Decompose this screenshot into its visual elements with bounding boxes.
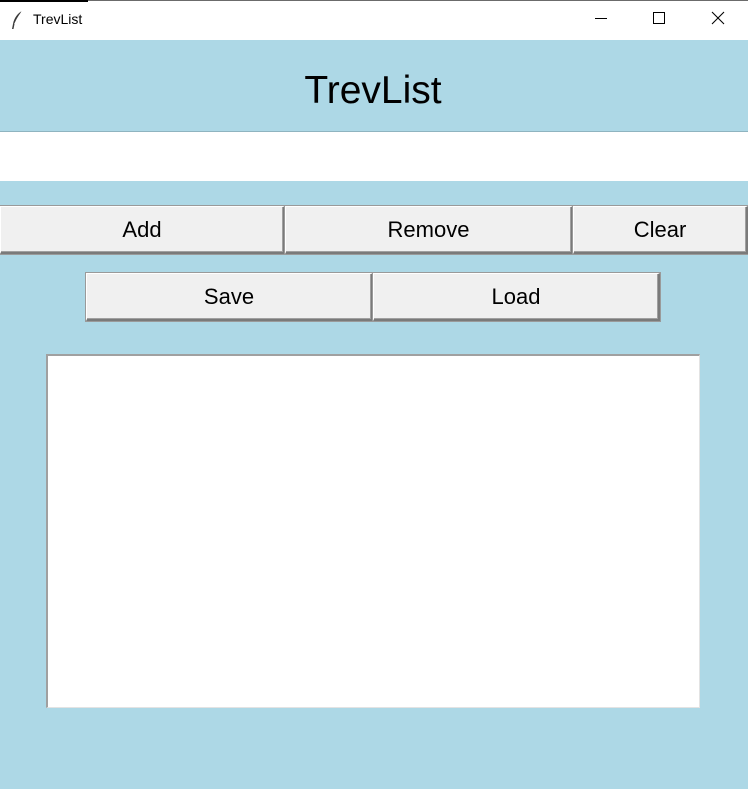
close-icon [711, 11, 725, 30]
app-header: TrevList [0, 40, 748, 132]
maximize-icon [652, 11, 666, 30]
maximize-button[interactable] [630, 0, 688, 40]
remove-button[interactable]: Remove [285, 206, 573, 254]
feather-icon [9, 10, 25, 30]
page-title: TrevList [304, 69, 442, 112]
window-title: TrevList [33, 11, 83, 27]
minimize-icon [594, 11, 608, 30]
title-bar[interactable]: TrevList [0, 0, 748, 40]
app-window: TrevList TrevList Add Remove Clear Save … [0, 0, 748, 789]
item-entry-input[interactable] [0, 132, 748, 181]
load-button[interactable]: Load [373, 273, 660, 321]
items-listbox[interactable] [46, 354, 700, 708]
close-button[interactable] [689, 0, 747, 40]
minimize-button[interactable] [572, 0, 630, 40]
title-bar-accent [0, 0, 88, 2]
add-button[interactable]: Add [0, 206, 285, 254]
save-button[interactable]: Save [86, 273, 373, 321]
clear-button[interactable]: Clear [573, 206, 748, 254]
